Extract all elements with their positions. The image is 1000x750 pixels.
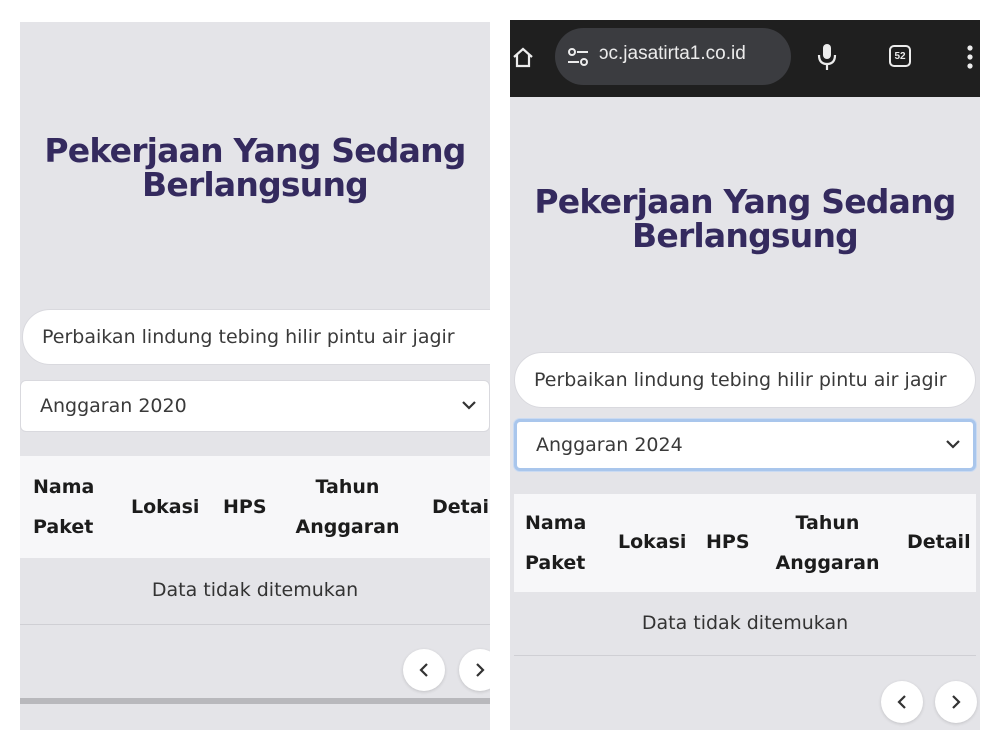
th-lokasi: Lokasi [131,496,200,518]
horizontal-scrollbar[interactable] [20,698,490,704]
page-title-line2: Berlangsung [632,216,859,255]
search-input[interactable]: Perbaikan lindung tebing hilir pintu air… [22,309,490,365]
year-select-value: Anggaran 2024 [536,434,683,456]
more-vert-icon[interactable] [966,44,974,70]
year-select[interactable]: Anggaran 2020 [20,380,490,432]
table-header: Nama Paket Lokasi HPS Tahun Anggaran Det… [20,456,490,558]
tab-count: 52 [894,50,906,62]
tune-icon[interactable] [567,48,589,66]
tabs-icon[interactable]: 52 [889,45,911,67]
th-hps: HPS [706,531,750,553]
prev-page-button[interactable] [403,649,445,691]
address-bar[interactable]: ɔc.jasatirta1.co.id [555,28,791,85]
th-tahun-anggaran: Tahun Anggaran [775,512,880,574]
th-tahun-anggaran: Tahun Anggaran [295,476,400,538]
chevron-right-icon [952,695,961,709]
empty-message: Data tidak ditemukan [151,579,359,601]
search-input[interactable]: Perbaikan lindung tebing hilir pintu air… [514,352,976,408]
page-title: Pekerjaan Yang Sedang Berlangsung [20,134,490,202]
table-empty-row: Data tidak ditemukan [514,592,976,656]
th-nama-paket: Nama Paket [525,512,587,574]
chevron-right-icon [476,663,485,677]
th-detail: Detail [907,531,971,553]
th-hps: HPS [223,496,267,518]
table-header: Nama Paket Lokasi HPS Tahun Anggaran Det… [514,494,976,592]
page-title-line1: Pekerjaan Yang Sedang [534,182,956,221]
url-text: ɔc.jasatirta1.co.id [599,43,746,64]
th-nama-paket: Nama Paket [33,476,95,538]
prev-page-button[interactable] [881,681,923,723]
right-screenshot: ɔc.jasatirta1.co.id 52 Pekerjaan Yang Se… [510,20,980,730]
chevron-left-icon [897,695,906,709]
chevron-down-icon [462,401,476,410]
empty-message: Data tidak ditemukan [641,612,849,634]
next-page-button[interactable] [459,649,490,691]
page-title-line2: Berlangsung [142,165,369,204]
th-detail: Detail [432,496,490,518]
mic-icon[interactable] [816,43,838,71]
home-icon[interactable] [512,46,534,68]
page-title: Pekerjaan Yang Sedang Berlangsung [510,185,980,253]
chevron-down-icon [946,440,960,449]
next-page-button[interactable] [935,681,977,723]
chevron-left-icon [419,663,428,677]
table-empty-row: Data tidak ditemukan [20,558,490,625]
year-select-value: Anggaran 2020 [40,395,187,417]
year-select[interactable]: Anggaran 2024 [514,419,976,471]
page-title-line1: Pekerjaan Yang Sedang [44,131,466,170]
browser-toolbar: ɔc.jasatirta1.co.id 52 [510,20,980,97]
left-screenshot: Pekerjaan Yang Sedang Berlangsung Perbai… [20,22,490,730]
th-lokasi: Lokasi [618,531,687,553]
